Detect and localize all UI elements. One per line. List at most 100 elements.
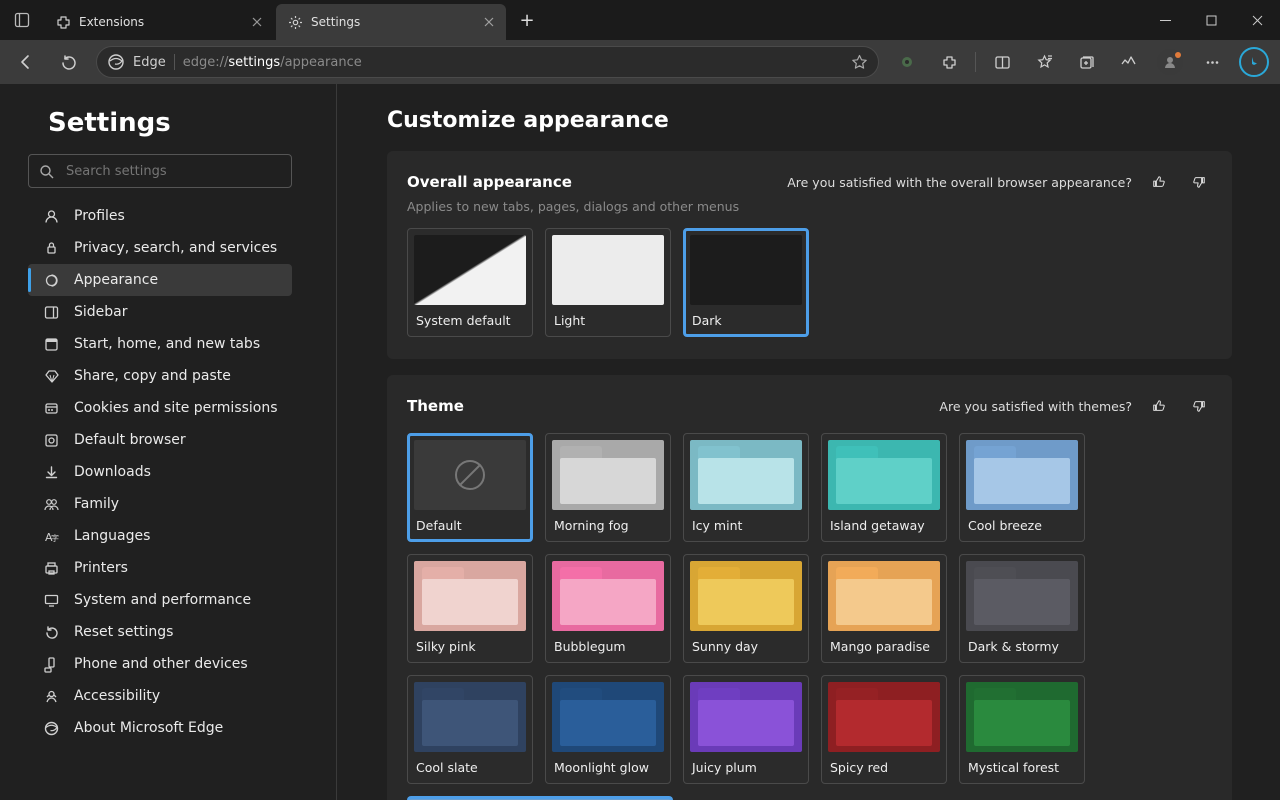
sidebar-item-label: Family <box>74 496 119 512</box>
settings-sidebar: Settings Profiles Privacy, search, and s… <box>0 84 337 800</box>
theme-option-partial[interactable] <box>407 796 673 800</box>
theme-option-label: Dark & stormy <box>966 639 1078 654</box>
theme-option-label: Morning fog <box>552 518 664 533</box>
search-icon <box>39 164 54 179</box>
more-menu-button[interactable] <box>1192 44 1232 80</box>
theme-option-mango-paradise[interactable]: Mango paradise <box>821 554 947 663</box>
theme-dislike-button[interactable] <box>1186 393 1212 419</box>
address-bar[interactable]: Edge edge://settings/appearance <box>96 46 879 78</box>
tab-settings[interactable]: Settings <box>276 4 506 40</box>
sidebar-item-languages[interactable]: A字 Languages <box>28 520 292 552</box>
split-screen-icon[interactable] <box>982 44 1022 80</box>
theme-option-island-getaway[interactable]: Island getaway <box>821 433 947 542</box>
sidebar-item-start-home-and-new-tabs[interactable]: Start, home, and new tabs <box>28 328 292 360</box>
window-maximize-button[interactable] <box>1188 0 1234 40</box>
nav-icon <box>42 367 60 385</box>
toolbar: Edge edge://settings/appearance <box>0 40 1280 84</box>
appearance-option-dark[interactable]: Dark <box>683 228 809 337</box>
sidebar-item-label: Appearance <box>74 272 158 288</box>
close-tab-icon[interactable] <box>484 17 494 27</box>
theme-option-default[interactable]: Default <box>407 433 533 542</box>
theme-option-morning-fog[interactable]: Morning fog <box>545 433 671 542</box>
theme-option-label: Mango paradise <box>828 639 940 654</box>
nav-icon <box>42 495 60 513</box>
sidebar-item-label: Languages <box>74 528 150 544</box>
sidebar-item-about-microsoft-edge[interactable]: About Microsoft Edge <box>28 712 292 744</box>
sidebar-item-label: Sidebar <box>74 304 128 320</box>
sidebar-item-label: Downloads <box>74 464 151 480</box>
theme-option-moonlight-glow[interactable]: Moonlight glow <box>545 675 671 784</box>
sidebar-item-label: Printers <box>74 560 128 576</box>
section-overall-appearance: Overall appearance Are you satisfied wit… <box>387 151 1232 359</box>
sidebar-item-default-browser[interactable]: Default browser <box>28 424 292 456</box>
sidebar-item-cookies-and-site-permissions[interactable]: Cookies and site permissions <box>28 392 292 424</box>
copilot-button[interactable] <box>1234 44 1274 80</box>
theme-option-label: Icy mint <box>690 518 802 533</box>
refresh-button[interactable] <box>48 44 88 80</box>
addr-prefix: Edge <box>133 55 166 70</box>
sidebar-item-share-copy-and-paste[interactable]: Share, copy and paste <box>28 360 292 392</box>
sidebar-item-profiles[interactable]: Profiles <box>28 200 292 232</box>
tab-extensions[interactable]: Extensions <box>44 4 274 40</box>
sidebar-item-label: Start, home, and new tabs <box>74 336 260 352</box>
back-button[interactable] <box>6 44 46 80</box>
favorites-icon[interactable] <box>1024 44 1064 80</box>
theme-option-cool-slate[interactable]: Cool slate <box>407 675 533 784</box>
addr-url: edge://settings/appearance <box>183 55 362 70</box>
sidebar-item-privacy-search-and-services[interactable]: Privacy, search, and services <box>28 232 292 264</box>
overall-like-button[interactable] <box>1146 169 1172 195</box>
sidebar-item-sidebar[interactable]: Sidebar <box>28 296 292 328</box>
theme-option-label: Mystical forest <box>966 760 1078 775</box>
theme-option-label: Sunny day <box>690 639 802 654</box>
tab-actions-button[interactable] <box>4 2 40 38</box>
sidebar-item-label: Reset settings <box>74 624 173 640</box>
theme-option-silky-pink[interactable]: Silky pink <box>407 554 533 663</box>
nav-icon: A字 <box>42 527 60 545</box>
collections-icon[interactable] <box>1066 44 1106 80</box>
close-tab-icon[interactable] <box>252 17 262 27</box>
sidebar-item-downloads[interactable]: Downloads <box>28 456 292 488</box>
overall-dislike-button[interactable] <box>1186 169 1212 195</box>
tab-icon <box>56 15 71 30</box>
sidebar-item-family[interactable]: Family <box>28 488 292 520</box>
nav-icon <box>42 303 60 321</box>
section-theme: Theme Are you satisfied with themes? Def… <box>387 375 1232 800</box>
profile-button[interactable] <box>1150 44 1190 80</box>
theme-option-icy-mint[interactable]: Icy mint <box>683 433 809 542</box>
new-tab-button[interactable]: + <box>512 5 542 35</box>
theme-option-mystical-forest[interactable]: Mystical forest <box>959 675 1085 784</box>
appearance-option-sysdef[interactable]: System default <box>407 228 533 337</box>
sidebar-item-label: Accessibility <box>74 688 160 704</box>
sidebar-item-system-and-performance[interactable]: System and performance <box>28 584 292 616</box>
search-input[interactable] <box>64 163 281 180</box>
browser-essentials-icon[interactable] <box>887 44 927 80</box>
theme-option-cool-breeze[interactable]: Cool breeze <box>959 433 1085 542</box>
favorite-star-icon[interactable] <box>851 54 868 71</box>
search-settings[interactable] <box>28 154 292 188</box>
theme-option-label: Spicy red <box>828 760 940 775</box>
performance-icon[interactable] <box>1108 44 1148 80</box>
theme-option-juicy-plum[interactable]: Juicy plum <box>683 675 809 784</box>
overall-subtitle: Applies to new tabs, pages, dialogs and … <box>407 199 1212 214</box>
sidebar-item-label: Privacy, search, and services <box>74 240 277 256</box>
sidebar-item-accessibility[interactable]: Accessibility <box>28 680 292 712</box>
theme-option-label: Island getaway <box>828 518 940 533</box>
appearance-option-light[interactable]: Light <box>545 228 671 337</box>
theme-option-label: Bubblegum <box>552 639 664 654</box>
theme-option-dark-stormy[interactable]: Dark & stormy <box>959 554 1085 663</box>
sidebar-item-phone-and-other-devices[interactable]: Phone and other devices <box>28 648 292 680</box>
window-minimize-button[interactable] <box>1142 0 1188 40</box>
theme-option-sunny-day[interactable]: Sunny day <box>683 554 809 663</box>
sidebar-item-reset-settings[interactable]: Reset settings <box>28 616 292 648</box>
sidebar-item-appearance[interactable]: Appearance <box>28 264 292 296</box>
sidebar-item-label: Cookies and site permissions <box>74 400 278 416</box>
theme-title: Theme <box>407 397 464 415</box>
theme-option-bubblegum[interactable]: Bubblegum <box>545 554 671 663</box>
window-close-button[interactable] <box>1234 0 1280 40</box>
theme-option-spicy-red[interactable]: Spicy red <box>821 675 947 784</box>
nav-icon <box>42 719 60 737</box>
extensions-icon[interactable] <box>929 44 969 80</box>
nav-icon <box>42 559 60 577</box>
theme-like-button[interactable] <box>1146 393 1172 419</box>
sidebar-item-printers[interactable]: Printers <box>28 552 292 584</box>
